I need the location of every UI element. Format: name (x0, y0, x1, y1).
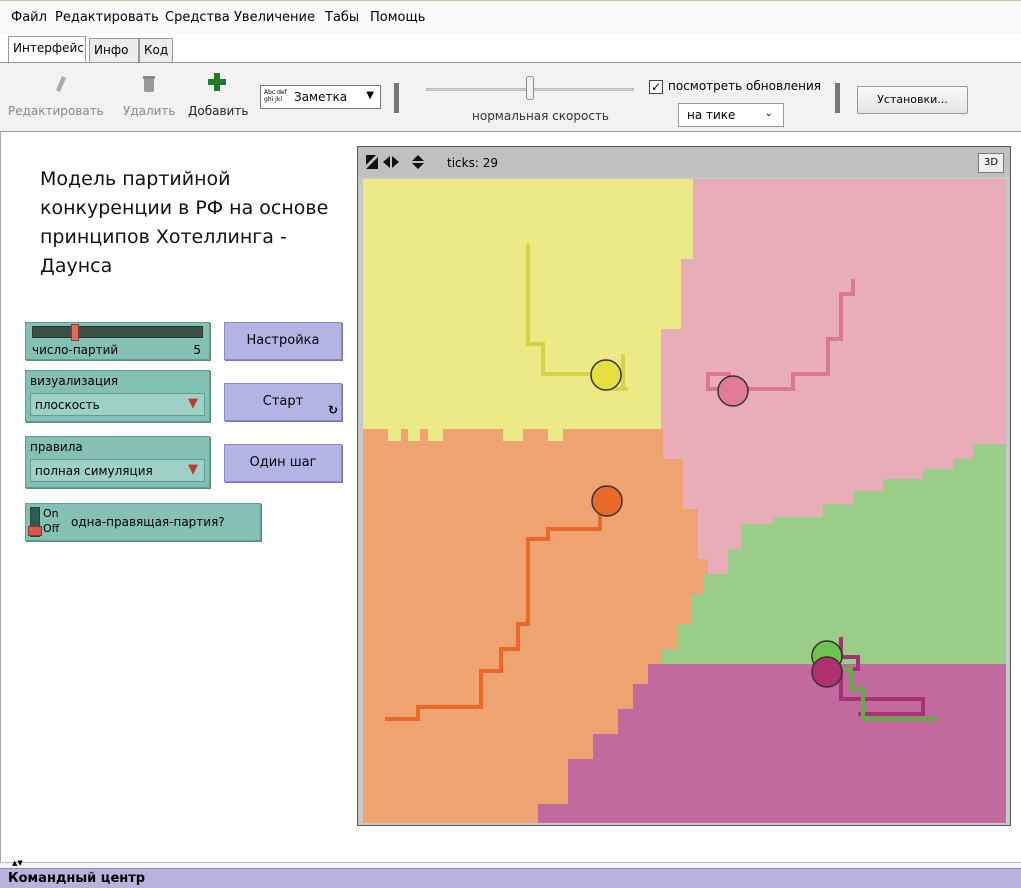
chooser-label: правила (30, 440, 83, 454)
edit-button[interactable]: Редактировать (8, 104, 104, 118)
chooser-label: визуализация (30, 374, 119, 388)
ticks-counter: ticks: 29 (447, 156, 498, 170)
world-canvas[interactable] (363, 179, 1006, 823)
menu-tabs[interactable]: Табы (325, 10, 359, 25)
update-mode-value: на тике (687, 108, 736, 122)
command-center-bar[interactable]: Командный центр (0, 868, 1021, 888)
visualization-chooser[interactable]: визуализация плоскость ▼ (25, 370, 210, 422)
toolbar-separator (835, 83, 840, 113)
settings-button[interactable]: Установки... (857, 86, 968, 114)
updates-checkbox[interactable]: ✓ (649, 80, 663, 94)
slider-label: число-партий (32, 343, 119, 357)
go-label: Старт (262, 394, 304, 409)
slider-track[interactable] (32, 326, 203, 338)
add-button[interactable]: Добавить (188, 104, 248, 118)
chevron-down-icon: ⌄ (764, 108, 773, 119)
toolbar-separator (394, 83, 399, 113)
chevron-down-icon: ▼ (188, 462, 198, 477)
menu-zoom[interactable]: Увеличение (234, 10, 315, 25)
ruling-party-switch[interactable]: On Off одна-правящая-партия? (25, 503, 261, 541)
collapse-arrows-icon[interactable]: ▲▼ (12, 859, 23, 867)
speed-slider-thumb[interactable] (526, 76, 534, 100)
step-button[interactable]: Один шаг (224, 444, 342, 482)
forever-icon: ↻ (327, 403, 338, 417)
chevron-down-icon: ▼ (366, 90, 374, 101)
chooser-value: плоскость (35, 398, 100, 412)
widget-type-dropdown[interactable]: Abc def ghi jkl Заметка ▼ (260, 85, 381, 109)
menu-bar: Файл Редактировать Средства Увеличение Т… (0, 0, 1021, 34)
chooser-value: полная симуляция (35, 464, 153, 478)
parties-slider[interactable]: число-партий 5 (25, 322, 210, 360)
rules-chooser[interactable]: правила полная симуляция ▼ (25, 436, 210, 488)
go-button[interactable]: Старт ↻ (224, 383, 342, 421)
tab-info[interactable]: Инфо (89, 38, 139, 62)
orange-party-agent (591, 485, 623, 517)
menu-edit[interactable]: Редактировать (55, 10, 159, 25)
delete-button[interactable]: Удалить (123, 104, 176, 118)
pink-party-agent (717, 375, 749, 407)
switch-on-label: On (43, 507, 59, 520)
widget-type-value: Заметка (294, 90, 348, 104)
switch-knob[interactable] (28, 526, 42, 536)
slider-handle[interactable] (70, 324, 79, 341)
menu-file[interactable]: Файл (11, 10, 47, 25)
magenta-party-agent (811, 656, 843, 688)
model-title: Модель партийной конкуренции в РФ на осн… (40, 168, 329, 277)
slider-value: 5 (193, 343, 201, 357)
toolbar: Редактировать Удалить Добавить Abc def g… (0, 62, 1021, 132)
switch-label: одна-правящая-партия? (71, 515, 225, 529)
resize-arrows-icon[interactable] (366, 155, 426, 169)
update-mode-dropdown[interactable]: на тике ⌄ (678, 103, 784, 127)
updates-label: посмотреть обновления (668, 79, 821, 93)
world-header: ticks: 29 3D (358, 147, 1010, 177)
yellow-party-agent (590, 359, 622, 391)
chooser-value-box[interactable]: полная симуляция ▼ (30, 459, 205, 482)
3d-button[interactable]: 3D (978, 153, 1004, 173)
menu-tools[interactable]: Средства (165, 10, 230, 25)
setup-button[interactable]: Настройка (224, 322, 342, 360)
tab-code[interactable]: Код (139, 38, 173, 62)
pencil-icon (55, 75, 67, 96)
plus-icon (208, 73, 226, 94)
chooser-value-box[interactable]: плоскость ▼ (30, 393, 205, 416)
chevron-down-icon: ▼ (188, 396, 198, 411)
world-view: ticks: 29 3D (357, 146, 1011, 826)
trash-icon (143, 75, 155, 96)
tab-interface[interactable]: Интерфейс (8, 36, 86, 62)
speed-label: нормальная скорость (472, 109, 609, 123)
menu-help[interactable]: Помощь (370, 10, 425, 25)
note-preview: Abc def ghi jkl (264, 89, 287, 103)
switch-off-label: Off (43, 522, 60, 535)
